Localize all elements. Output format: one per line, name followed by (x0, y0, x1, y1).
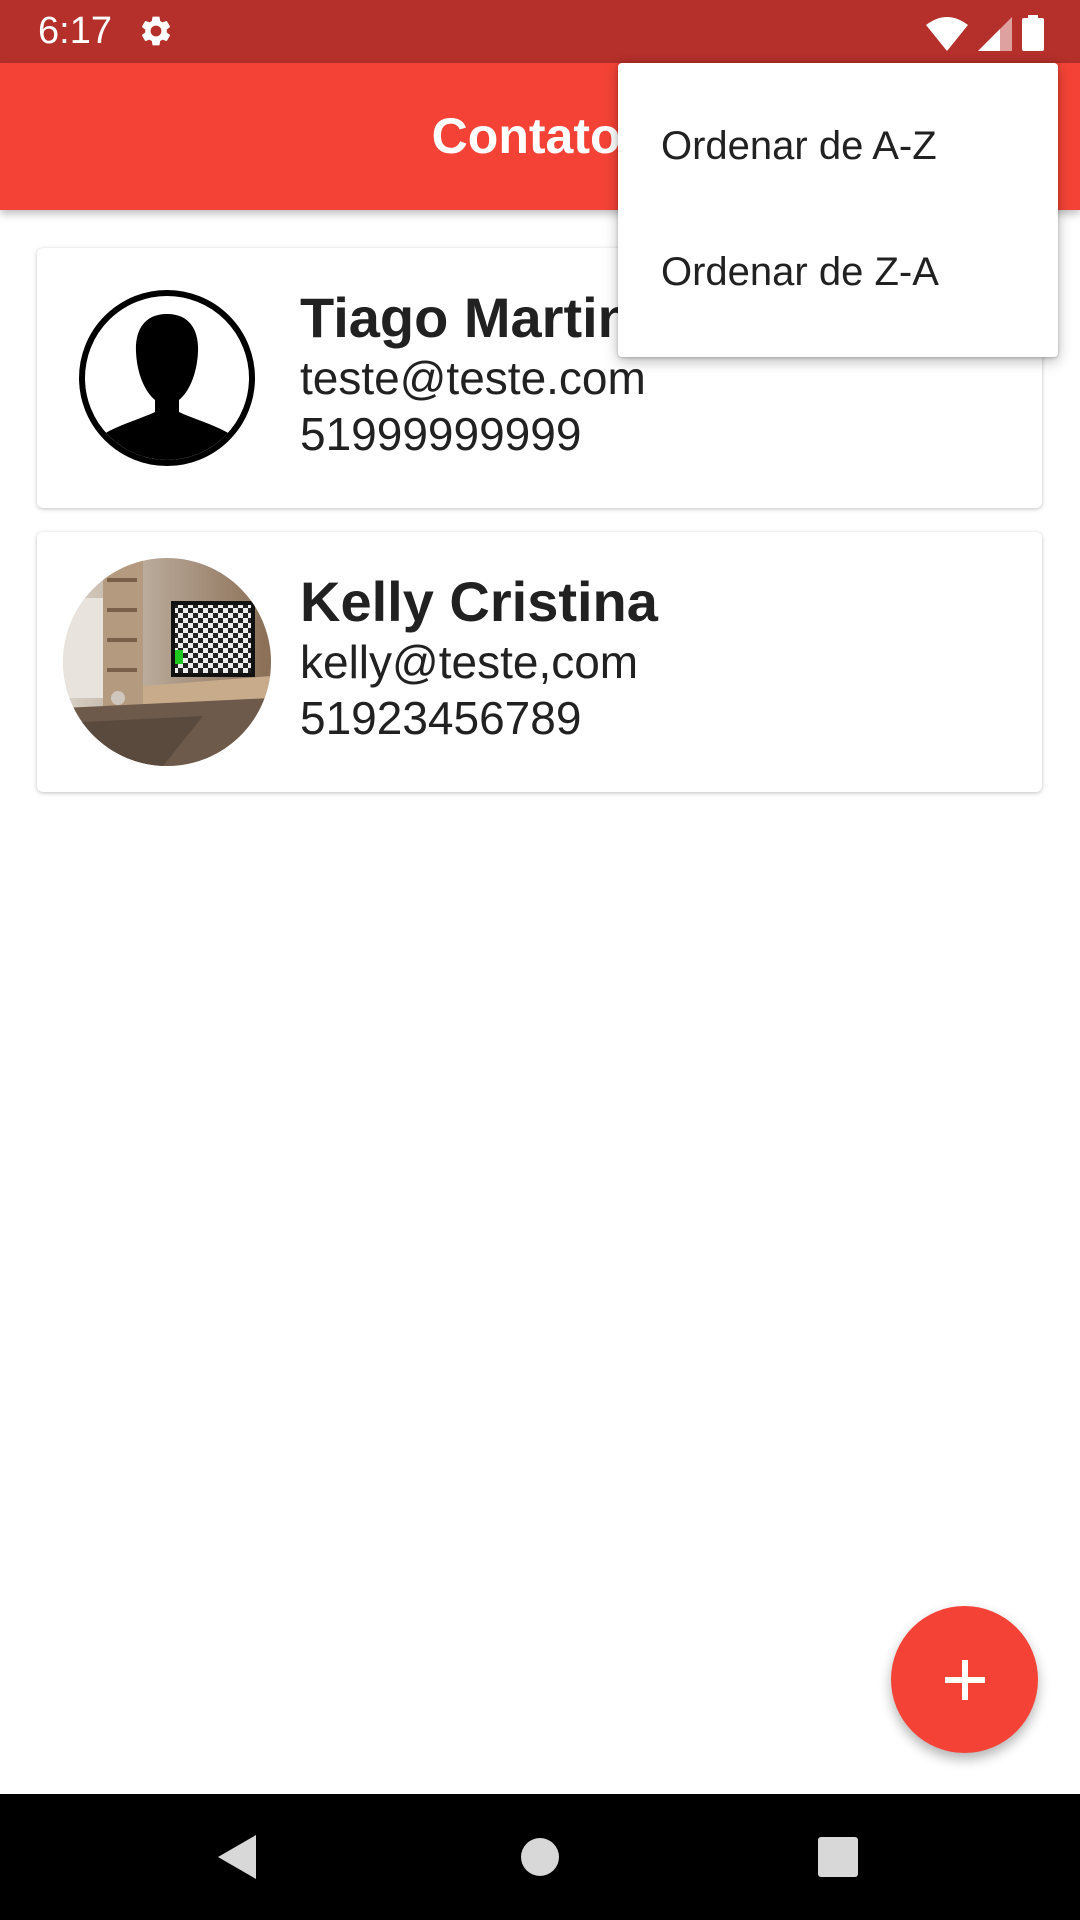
avatar (63, 558, 271, 766)
wifi-icon (926, 17, 968, 51)
menu-item-sort-z-a[interactable]: Ordenar de Z-A (618, 209, 1058, 335)
battery-icon (1022, 15, 1044, 51)
menu-item-label: Ordenar de Z-A (661, 249, 939, 294)
contact-phone: 51923456789 (300, 692, 582, 744)
person-icon (79, 290, 255, 466)
plus-icon (944, 1659, 985, 1700)
status-icons (926, 13, 1044, 51)
gear-icon (141, 16, 171, 46)
room-photo (63, 558, 271, 766)
back-button[interactable] (208, 1827, 268, 1887)
home-icon (521, 1838, 559, 1876)
menu-item-sort-a-z[interactable]: Ordenar de A-Z (618, 83, 1058, 209)
status-bar: 6:17 (0, 0, 1080, 63)
screen: 6:17 Contatos Tiago Martins teste@teste.… (0, 0, 1080, 1920)
contact-email: teste@teste.com (300, 352, 646, 404)
navigation-bar (0, 1794, 1080, 1920)
add-contact-button[interactable] (891, 1606, 1038, 1753)
contact-phone: 51999999999 (300, 408, 582, 460)
contact-card[interactable]: Kelly Cristina kelly@teste,com 519234567… (37, 532, 1042, 792)
menu-item-label: Ordenar de A-Z (661, 123, 937, 168)
signal-icon (978, 17, 1012, 51)
contact-name: Kelly Cristina (300, 570, 658, 633)
recent-apps-icon (818, 1837, 858, 1877)
avatar (63, 274, 271, 482)
contact-name: Tiago Martins (300, 286, 664, 349)
contact-info: Kelly Cristina kelly@teste,com 519234567… (300, 570, 658, 746)
back-icon (218, 1835, 256, 1879)
home-button[interactable] (510, 1827, 570, 1887)
contact-info: Tiago Martins teste@teste.com 5199999999… (300, 286, 663, 462)
contact-email: kelly@teste,com (300, 636, 639, 688)
status-time: 6:17 (38, 10, 112, 52)
sort-menu: Ordenar de A-Z Ordenar de Z-A (618, 63, 1058, 357)
recent-apps-button[interactable] (808, 1827, 868, 1887)
